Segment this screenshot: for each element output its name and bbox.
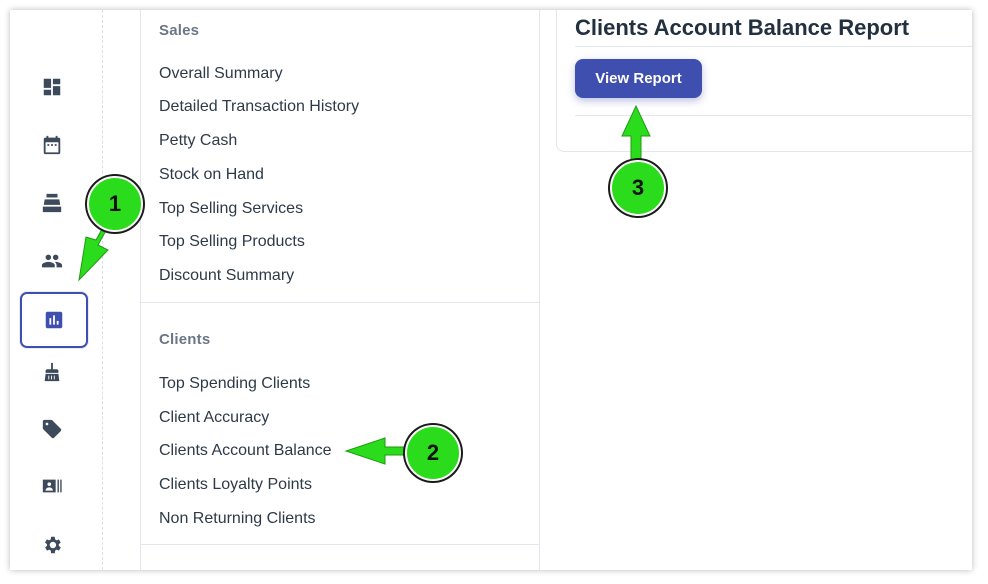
report-card: Clients Account Balance Report View Repo… xyxy=(556,10,972,152)
people-icon xyxy=(41,254,63,268)
section-divider xyxy=(141,544,539,545)
report-link-clients-account-balance[interactable]: Clients Account Balance xyxy=(159,442,332,460)
cash-register-icon xyxy=(42,193,62,213)
report-link-top-spending-clients[interactable]: Top Spending Clients xyxy=(159,375,310,393)
nav-staff[interactable] xyxy=(20,460,84,512)
bar-chart-icon xyxy=(45,311,63,329)
view-report-button[interactable]: View Report xyxy=(575,59,702,98)
report-link-overall-summary[interactable]: Overall Summary xyxy=(159,65,283,83)
report-link-petty-cash[interactable]: Petty Cash xyxy=(159,132,237,150)
nav-products[interactable] xyxy=(20,403,84,455)
step-badge-1: 1 xyxy=(87,176,143,232)
nav-services[interactable] xyxy=(20,346,84,398)
clients-section: Clients Top Spending Clients Client Accu… xyxy=(141,303,539,544)
nav-pos[interactable] xyxy=(20,177,84,229)
report-link-stock-on-hand[interactable]: Stock on Hand xyxy=(159,166,264,184)
sales-section: Sales Overall Summary Detailed Transacti… xyxy=(141,10,539,302)
report-link-clients-loyalty-points[interactable]: Clients Loyalty Points xyxy=(159,476,312,494)
nav-reports[interactable] xyxy=(20,292,88,348)
contact-card-icon xyxy=(42,479,62,493)
dashboard-icon xyxy=(43,78,61,96)
report-link-client-accuracy[interactable]: Client Accuracy xyxy=(159,409,269,427)
step-badge-3: 3 xyxy=(610,160,666,216)
report-link-non-returning-clients[interactable]: Non Returning Clients xyxy=(159,510,316,528)
nav-dashboard[interactable] xyxy=(20,61,84,113)
sidebar-rail xyxy=(10,10,103,570)
nav-calendar[interactable] xyxy=(20,119,84,171)
cleaning-brush-icon xyxy=(44,362,60,382)
sales-section-title: Sales xyxy=(159,22,200,39)
tag-icon xyxy=(42,419,62,439)
nav-settings[interactable] xyxy=(20,519,84,570)
reports-menu: Sales Overall Summary Detailed Transacti… xyxy=(140,10,540,570)
report-link-top-selling-services[interactable]: Top Selling Services xyxy=(159,200,303,218)
clients-section-title: Clients xyxy=(159,331,211,348)
gear-icon xyxy=(45,536,61,554)
app-window: Sales Overall Summary Detailed Transacti… xyxy=(10,10,972,570)
report-title: Clients Account Balance Report xyxy=(575,15,910,40)
report-link-detailed-transaction-history[interactable]: Detailed Transaction History xyxy=(159,98,359,116)
calendar-icon xyxy=(43,135,61,155)
report-link-top-selling-products[interactable]: Top Selling Products xyxy=(159,233,305,251)
card-divider xyxy=(575,46,972,47)
report-link-discount-summary[interactable]: Discount Summary xyxy=(159,267,294,285)
card-divider xyxy=(575,115,972,116)
nav-clients[interactable] xyxy=(20,235,84,287)
step-badge-2: 2 xyxy=(405,425,461,481)
